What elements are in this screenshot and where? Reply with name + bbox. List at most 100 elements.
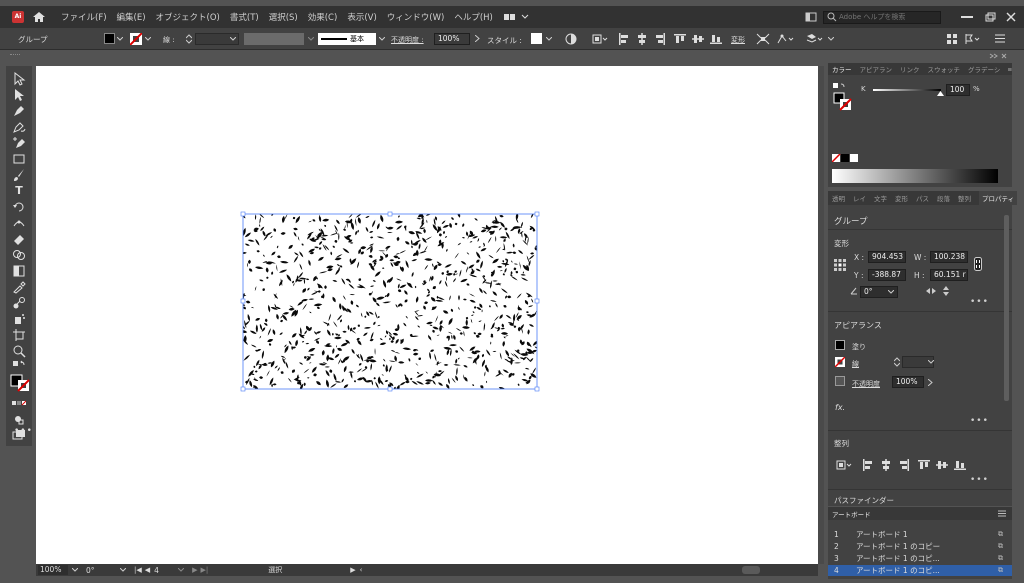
artboard-row-selected[interactable]: 4 アートボード 1 のコピ... ⧉ xyxy=(828,565,1012,576)
help-search[interactable] xyxy=(823,10,941,24)
tab-character[interactable]: 文字 xyxy=(874,193,887,203)
selection-bounding-box[interactable] xyxy=(240,211,540,392)
default-colors-icon[interactable] xyxy=(12,360,26,374)
artboard-tool-icon[interactable] xyxy=(12,328,26,342)
artboard-row[interactable]: 2 アートボード 1 のコピー ⧉ xyxy=(828,541,1012,552)
zoom-field[interactable]: 100% xyxy=(38,565,68,575)
handle-middle-left[interactable] xyxy=(240,298,246,304)
chevron-down-icon[interactable] xyxy=(379,37,385,41)
grid-icon[interactable] xyxy=(947,34,957,44)
fx-button[interactable]: fx. xyxy=(835,403,845,412)
w-field[interactable]: 100.238 xyxy=(930,251,968,263)
handle-middle-right[interactable] xyxy=(534,298,540,304)
curvature-tool-icon[interactable] xyxy=(12,120,26,134)
artboard-options-icon[interactable]: ⧉ xyxy=(998,566,1012,575)
align-vertical-center-icon[interactable] xyxy=(692,33,704,45)
arrange-icon[interactable] xyxy=(806,33,824,45)
reference-point-icon[interactable] xyxy=(834,259,846,271)
align-top-icon[interactable] xyxy=(918,459,930,471)
horizontal-scrollbar-thumb[interactable] xyxy=(742,566,761,574)
more-transform-options[interactable]: ••• xyxy=(970,297,989,307)
chevron-down-icon[interactable] xyxy=(117,37,123,41)
handle-top-right[interactable] xyxy=(534,211,540,217)
stepper-icon[interactable] xyxy=(186,34,192,44)
opacity-field[interactable]: 100% xyxy=(434,33,470,45)
tab-layers[interactable]: レイ xyxy=(853,193,866,203)
panel-menu-icon[interactable] xyxy=(998,510,1006,517)
opacity-label[interactable]: 不透明度 : xyxy=(391,35,424,45)
toolbar-grip[interactable] xyxy=(10,54,20,56)
chevron-down-icon[interactable] xyxy=(120,568,126,572)
menu-window[interactable]: ウィンドウ(W) xyxy=(387,11,445,23)
next-artboard-icon[interactable]: ▶ xyxy=(192,566,197,574)
x-field[interactable]: 904.453 xyxy=(868,251,906,263)
more-align-options[interactable]: ••• xyxy=(970,475,989,485)
menu-file[interactable]: ファイル(F) xyxy=(61,11,107,23)
fill-stroke-swatch-icon[interactable] xyxy=(10,374,30,392)
chevron-down-icon[interactable] xyxy=(888,290,894,294)
color-mode-icons[interactable] xyxy=(12,396,26,410)
artboard-row[interactable]: 1 アートボード 1 ⧉ xyxy=(828,529,1012,540)
k-slider-thumb[interactable] xyxy=(937,91,944,96)
more-appearance-options[interactable]: ••• xyxy=(970,416,989,426)
stroke-swatch-none[interactable] xyxy=(835,357,845,367)
paintbrush-tool-icon[interactable] xyxy=(12,168,26,182)
tab-pathfinder[interactable]: パス xyxy=(916,193,929,203)
type-tool-icon[interactable]: T xyxy=(12,184,26,198)
first-artboard-icon[interactable]: |◀ xyxy=(134,566,142,574)
zoom-tool-icon[interactable] xyxy=(12,344,26,358)
y-field[interactable]: -388.87 xyxy=(868,269,906,281)
panel-menu-icon[interactable] xyxy=(1008,66,1012,73)
direct-selection-tool-icon[interactable] xyxy=(12,88,26,102)
width-tool-icon[interactable] xyxy=(12,216,26,230)
isolate-group-icon[interactable] xyxy=(756,33,770,45)
recolor-artwork-icon[interactable] xyxy=(565,33,577,45)
shape-builder-tool-icon[interactable] xyxy=(12,248,26,262)
vertical-scrollbar[interactable] xyxy=(818,66,824,564)
align-top-icon[interactable] xyxy=(674,33,686,45)
chevron-right-icon[interactable] xyxy=(928,379,933,386)
chevron-down-icon[interactable] xyxy=(828,37,834,41)
tool-status-label[interactable]: 選択 xyxy=(268,565,282,575)
scroll-left-icon[interactable]: ‹ xyxy=(360,566,363,574)
selection-tool-icon[interactable] xyxy=(12,72,26,86)
handle-top-left[interactable] xyxy=(240,211,246,217)
menu-select[interactable]: 選択(S) xyxy=(269,11,298,23)
blend-tool-icon[interactable] xyxy=(12,296,26,310)
transform-link[interactable]: 変形 xyxy=(731,35,745,45)
arrange-documents-icon[interactable] xyxy=(805,12,817,22)
tab-gradient[interactable]: グラデーシ xyxy=(968,64,1000,74)
flip-horizontal-icon[interactable] xyxy=(926,287,936,295)
artboard-options-icon[interactable]: ⧉ xyxy=(998,530,1012,539)
opacity-swatch[interactable] xyxy=(835,376,845,386)
menu-help[interactable]: ヘルプ(H) xyxy=(454,11,493,23)
align-vertical-center-icon[interactable] xyxy=(936,459,948,471)
pen-tool-icon[interactable] xyxy=(12,104,26,118)
opacity-label[interactable]: 不透明度 xyxy=(852,379,880,389)
menu-type[interactable]: 書式(T) xyxy=(230,11,259,23)
drawing-modes-icon[interactable] xyxy=(12,412,26,426)
color-spectrum-bar[interactable] xyxy=(832,169,998,183)
align-right-icon[interactable] xyxy=(654,33,666,45)
artboard-canvas[interactable] xyxy=(36,66,818,564)
tab-transparency[interactable]: 透明 xyxy=(832,193,845,203)
gradient-tool-icon[interactable] xyxy=(12,264,26,278)
chevron-right-icon[interactable] xyxy=(475,35,480,42)
tab-links[interactable]: リンク xyxy=(900,64,920,74)
status-menu-icon[interactable]: ▶ xyxy=(350,566,355,574)
handle-bottom-right[interactable] xyxy=(534,386,540,392)
home-icon[interactable] xyxy=(32,11,46,23)
chevron-down-icon[interactable] xyxy=(72,568,78,572)
chevron-down-icon[interactable] xyxy=(308,37,314,41)
previous-artboard-icon[interactable]: ◀ xyxy=(145,566,150,574)
menu-edit[interactable]: 編集(E) xyxy=(117,11,146,23)
minimize-button[interactable] xyxy=(961,16,973,18)
brush-definition[interactable]: 基本 xyxy=(318,33,376,45)
artboard-options-icon[interactable]: ⧉ xyxy=(998,554,1012,563)
align-to-icon[interactable] xyxy=(836,459,852,471)
properties-scrollbar[interactable] xyxy=(1004,215,1009,401)
flip-vertical-icon[interactable] xyxy=(942,286,950,296)
fill-stroke-swatch-icon[interactable] xyxy=(832,81,854,113)
align-bottom-icon[interactable] xyxy=(710,33,722,45)
symbol-sprayer-tool-icon[interactable] xyxy=(12,312,26,326)
